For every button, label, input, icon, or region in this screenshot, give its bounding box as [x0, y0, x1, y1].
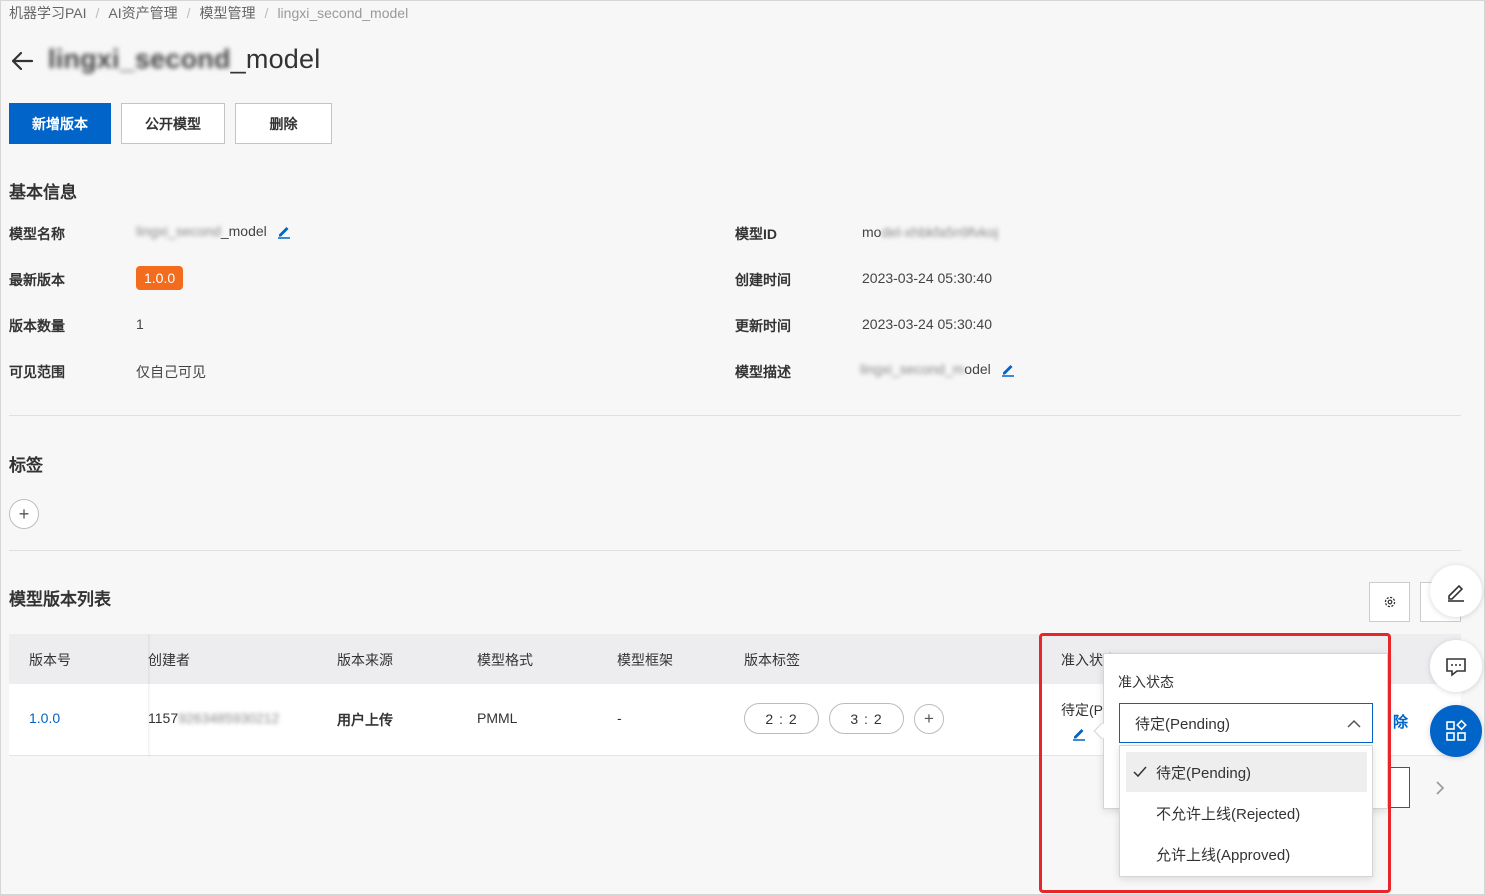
model-id-value: mo del-xhbkfa5n9fvkoj [862, 224, 998, 240]
status-dropdown: 待定(Pending) 不允许上线(Rejected) 允许上线(Approve… [1119, 745, 1373, 877]
status-option-pending[interactable]: 待定(Pending) [1126, 752, 1367, 792]
row-delete-link[interactable]: 除 [1393, 711, 1408, 732]
version-link[interactable]: 1.0.0 [29, 710, 60, 726]
creator-blurred: 9263485930212 [178, 710, 280, 726]
visibility-value: 仅自己可见 [136, 364, 206, 380]
latest-version-value: 1.0.0 [136, 266, 184, 290]
edit-icon[interactable] [1000, 361, 1016, 377]
pen-icon [1448, 584, 1464, 602]
model-name-label: 模型名称 [9, 226, 65, 242]
model-name-suffix: _model [220, 223, 267, 239]
add-version-tag-button[interactable]: + [914, 704, 944, 734]
version-tag-pill[interactable]: 2 : 2 [744, 703, 819, 734]
updated-time-label: 更新时间 [735, 318, 791, 334]
column-header-version: 版本号 [29, 652, 71, 668]
framework-cell: - [617, 710, 622, 726]
column-header-framework: 模型框架 [617, 652, 673, 668]
tags-title: 标签 [9, 456, 43, 475]
status-option-approved[interactable]: 允许上线(Approved) [1126, 834, 1367, 874]
breadcrumb-separator: / [264, 5, 269, 21]
column-header-source: 版本来源 [337, 652, 393, 668]
section-divider [9, 415, 1461, 416]
model-desc-blurred: lingxi_second_m [860, 361, 965, 377]
latest-version-label: 最新版本 [9, 272, 65, 288]
breadcrumb-item-ai-assets[interactable]: AI资产管理 [108, 3, 177, 23]
column-header-creator: 创建者 [148, 652, 190, 668]
add-tag-button[interactable]: + [9, 499, 39, 529]
popover-title: 准入状态 [1118, 674, 1174, 690]
created-time-label: 创建时间 [735, 272, 791, 288]
creator-prefix: 1157 [148, 710, 179, 726]
delete-button[interactable]: 删除 [235, 103, 332, 144]
breadcrumb-item-pai[interactable]: 机器学习PAI [9, 3, 87, 23]
breadcrumb-separator: / [186, 5, 191, 21]
model-id-label: 模型ID [735, 226, 777, 242]
publish-model-button[interactable]: 公开模型 [121, 103, 225, 144]
table-settings-button[interactable] [1369, 582, 1410, 622]
model-desc-label: 模型描述 [735, 364, 791, 380]
status-option-label: 待定(Pending) [1156, 764, 1252, 782]
model-name-value: lingxi_second _model [136, 223, 292, 239]
back-arrow-icon[interactable] [8, 47, 36, 75]
chevron-up-icon [1347, 719, 1361, 728]
versions-title: 模型版本列表 [9, 590, 111, 609]
model-desc-suffix: odel [964, 361, 991, 377]
status-cell-text: 待定(P [1061, 702, 1103, 718]
column-header-tags: 版本标签 [744, 652, 800, 668]
format-cell: PMML [477, 710, 518, 726]
model-desc-value: lingxi_second_m odel [860, 361, 1016, 377]
floating-edit-button[interactable] [1430, 565, 1482, 617]
version-count-label: 版本数量 [9, 318, 65, 334]
source-cell: 用户上传 [337, 712, 393, 728]
edit-icon[interactable] [276, 223, 292, 239]
page-title-suffix: _model [230, 44, 321, 74]
floating-feedback-button[interactable] [1430, 640, 1482, 692]
model-id-blurred: del-xhbkfa5n9fvkoj [881, 224, 999, 240]
status-option-rejected[interactable]: 不允许上线(Rejected) [1126, 793, 1367, 833]
page-title: lingxi_second_model [48, 44, 320, 75]
visibility-label: 可见范围 [9, 364, 65, 380]
model-name-blurred: lingxi_second [136, 223, 221, 239]
page-title-blurred: lingxi_second [48, 44, 231, 74]
column-header-format: 模型格式 [477, 652, 533, 668]
chevron-right-icon[interactable] [1432, 778, 1448, 798]
new-version-button[interactable]: 新增版本 [9, 103, 111, 144]
edit-icon[interactable] [1071, 725, 1087, 741]
section-divider [9, 550, 1461, 551]
breadcrumb-separator: / [95, 5, 100, 21]
gear-icon [1384, 596, 1395, 608]
breadcrumb-item-model-management[interactable]: 模型管理 [200, 3, 256, 23]
latest-version-badge: 1.0.0 [136, 266, 184, 290]
apps-icon [1446, 719, 1467, 741]
breadcrumb: 机器学习PAI / AI资产管理 / 模型管理 / lingxi_second_… [9, 4, 408, 22]
check-icon [1133, 766, 1147, 778]
updated-time-value: 2023-03-24 05:30:40 [862, 316, 992, 332]
floating-apps-button[interactable] [1430, 705, 1482, 757]
breadcrumb-current: lingxi_second_model [277, 5, 409, 21]
creator-cell: 11579263485930212 [148, 710, 279, 726]
model-id-prefix: mo [862, 224, 882, 240]
chat-icon [1446, 658, 1466, 677]
status-select-value: 待定(Pending) [1135, 715, 1231, 733]
status-select[interactable]: 待定(Pending) [1119, 703, 1373, 743]
basic-info-title: 基本信息 [9, 183, 77, 202]
version-count-value: 1 [136, 316, 144, 332]
version-tag-pill[interactable]: 3 : 2 [829, 703, 904, 734]
created-time-value: 2023-03-24 05:30:40 [862, 270, 992, 286]
